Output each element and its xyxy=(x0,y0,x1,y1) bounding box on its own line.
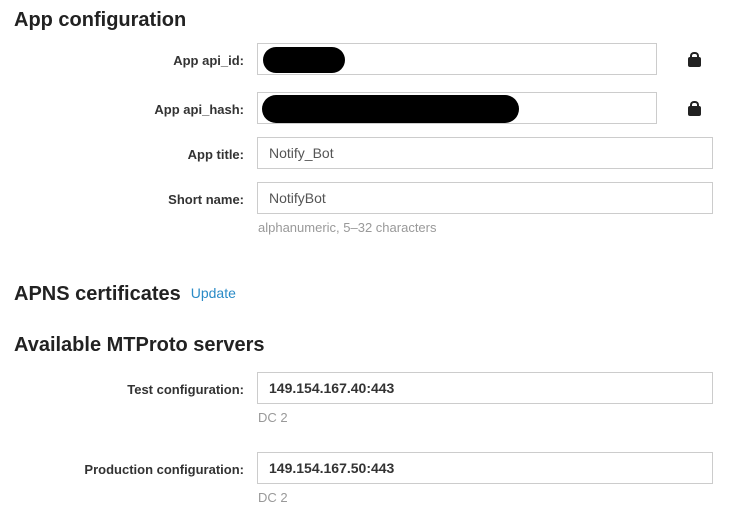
short-name-row: Short name: alphanumeric, 5–32 character… xyxy=(0,182,752,236)
test-configuration-label: Test configuration: xyxy=(0,372,244,397)
app-title-row: App title: xyxy=(0,137,752,169)
short-name-label: Short name: xyxy=(0,182,244,207)
lock-icon xyxy=(688,106,701,116)
api-hash-input[interactable] xyxy=(257,92,657,124)
api-hash-label: App api_hash: xyxy=(0,92,244,117)
api-id-input[interactable] xyxy=(257,43,657,75)
production-configuration-row: Production configuration: DC 2 xyxy=(0,452,752,506)
apns-title: APNS certificates xyxy=(14,282,181,306)
mtproto-title: Available MTProto servers xyxy=(14,333,264,357)
api-id-label: App api_id: xyxy=(0,43,244,68)
api-hash-lock-wrap xyxy=(688,92,701,121)
test-configuration-dc-text: DC 2 xyxy=(258,410,713,426)
app-title-label: App title: xyxy=(0,137,244,162)
app-title-input[interactable] xyxy=(257,137,713,169)
production-configuration-dc-text: DC 2 xyxy=(258,490,713,506)
short-name-input[interactable] xyxy=(257,182,713,214)
apns-section-header: APNS certificates Update xyxy=(0,282,752,306)
production-configuration-input[interactable] xyxy=(257,452,713,484)
apns-update-link[interactable]: Update xyxy=(191,285,236,301)
app-configuration-page: App configuration App api_id: App api_ha… xyxy=(0,0,752,506)
api-id-row: App api_id: xyxy=(0,43,752,75)
api-id-redaction-overlay xyxy=(263,47,345,73)
mtproto-section-header: Available MTProto servers xyxy=(0,333,752,357)
app-config-section-header: App configuration xyxy=(0,8,752,32)
test-configuration-row: Test configuration: DC 2 xyxy=(0,372,752,426)
api-hash-redaction-overlay xyxy=(262,95,519,123)
production-configuration-label: Production configuration: xyxy=(0,452,244,477)
api-id-lock-wrap xyxy=(688,43,701,72)
test-configuration-input[interactable] xyxy=(257,372,713,404)
api-hash-row: App api_hash: xyxy=(0,92,752,124)
app-config-title: App configuration xyxy=(14,8,186,32)
short-name-helper-text: alphanumeric, 5–32 characters xyxy=(258,220,713,236)
lock-icon xyxy=(688,57,701,67)
